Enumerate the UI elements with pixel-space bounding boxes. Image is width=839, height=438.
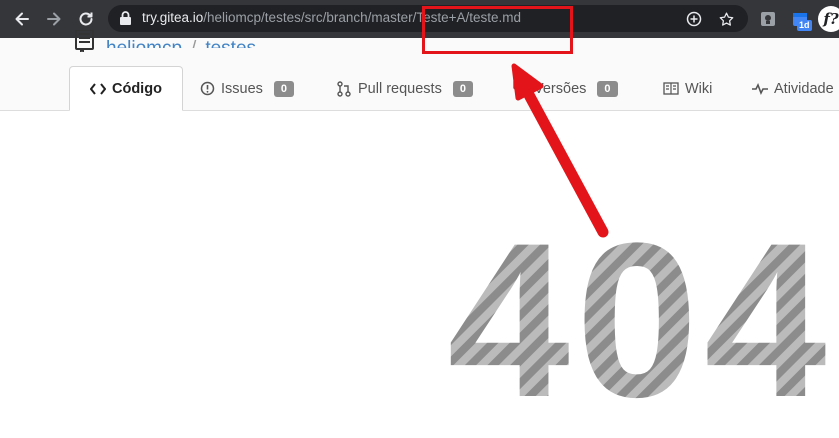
- add-circle-icon[interactable]: [684, 9, 704, 29]
- tag-icon: [512, 81, 528, 97]
- tab-wiki-label: Wiki: [685, 80, 713, 97]
- tab-issues[interactable]: Issues 0: [199, 66, 295, 111]
- profile-avatar[interactable]: f?: [818, 6, 839, 32]
- error-code-404: 404: [447, 197, 832, 438]
- issues-count-badge: 0: [273, 80, 295, 97]
- star-icon[interactable]: [716, 9, 736, 29]
- extension-icon[interactable]: [756, 7, 780, 31]
- releases-count-badge: 0: [597, 80, 618, 97]
- url-host: try.gitea.io: [142, 10, 204, 25]
- extension-badge: 1d: [797, 20, 812, 31]
- tab-code-label: Código: [112, 80, 162, 97]
- tab-issues-label: Issues: [221, 80, 263, 97]
- repo-title: heliomcp / testes: [106, 26, 256, 48]
- repo-header: heliomcp/testes Código Issues 0 P: [0, 29, 839, 111]
- book-icon: [663, 81, 679, 97]
- forward-arrow-icon[interactable]: [42, 7, 66, 31]
- tab-wiki[interactable]: Wiki: [663, 66, 712, 111]
- url-path-highlight: [422, 6, 573, 54]
- pull-request-icon: [336, 80, 352, 97]
- repo-name-link[interactable]: testes: [205, 38, 256, 48]
- tab-activity[interactable]: Atividade: [752, 66, 834, 111]
- gitea-page: heliomcp/testes Código Issues 0 P: [0, 29, 839, 438]
- tab-pull-requests[interactable]: Pull requests 0: [336, 66, 473, 111]
- tab-releases-label: Versões: [534, 80, 587, 97]
- reload-icon[interactable]: [74, 7, 98, 31]
- repo-separator: /: [191, 38, 196, 48]
- pull-requests-count-badge: 0: [452, 80, 473, 97]
- back-arrow-icon[interactable]: [10, 7, 34, 31]
- tab-releases[interactable]: Versões 0: [512, 66, 618, 111]
- tab-activity-label: Atividade: [774, 80, 834, 97]
- issue-icon: [199, 81, 215, 97]
- tab-code[interactable]: Código: [69, 66, 183, 111]
- tab-pull-requests-label: Pull requests: [358, 80, 442, 97]
- pulse-icon: [752, 81, 768, 97]
- calendar-extension-icon[interactable]: 1d: [788, 7, 812, 31]
- code-icon: [90, 81, 106, 97]
- repo-icon: [74, 29, 96, 53]
- repo-owner-link[interactable]: heliomcp: [106, 38, 182, 48]
